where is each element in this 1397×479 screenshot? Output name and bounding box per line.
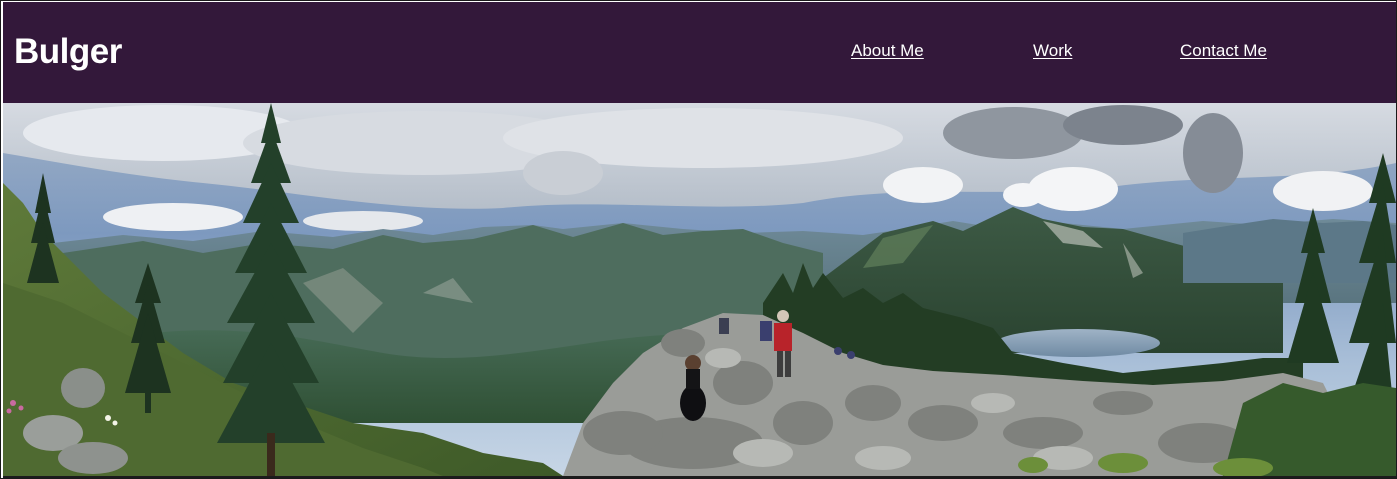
page-bottom-border — [3, 476, 1396, 478]
hero-panorama-image — [3, 103, 1396, 476]
mountain-panorama-illustration — [3, 103, 1396, 476]
nav-link-about-me[interactable]: About Me — [851, 41, 924, 61]
nav-link-work[interactable]: Work — [1033, 41, 1072, 61]
site-header: Bulger About Me Work Contact Me — [3, 2, 1396, 103]
site-logo-text[interactable]: Bulger — [14, 32, 122, 72]
nav-link-contact-me[interactable]: Contact Me — [1180, 41, 1267, 61]
browser-viewport: Bulger About Me Work Contact Me — [0, 0, 1397, 479]
